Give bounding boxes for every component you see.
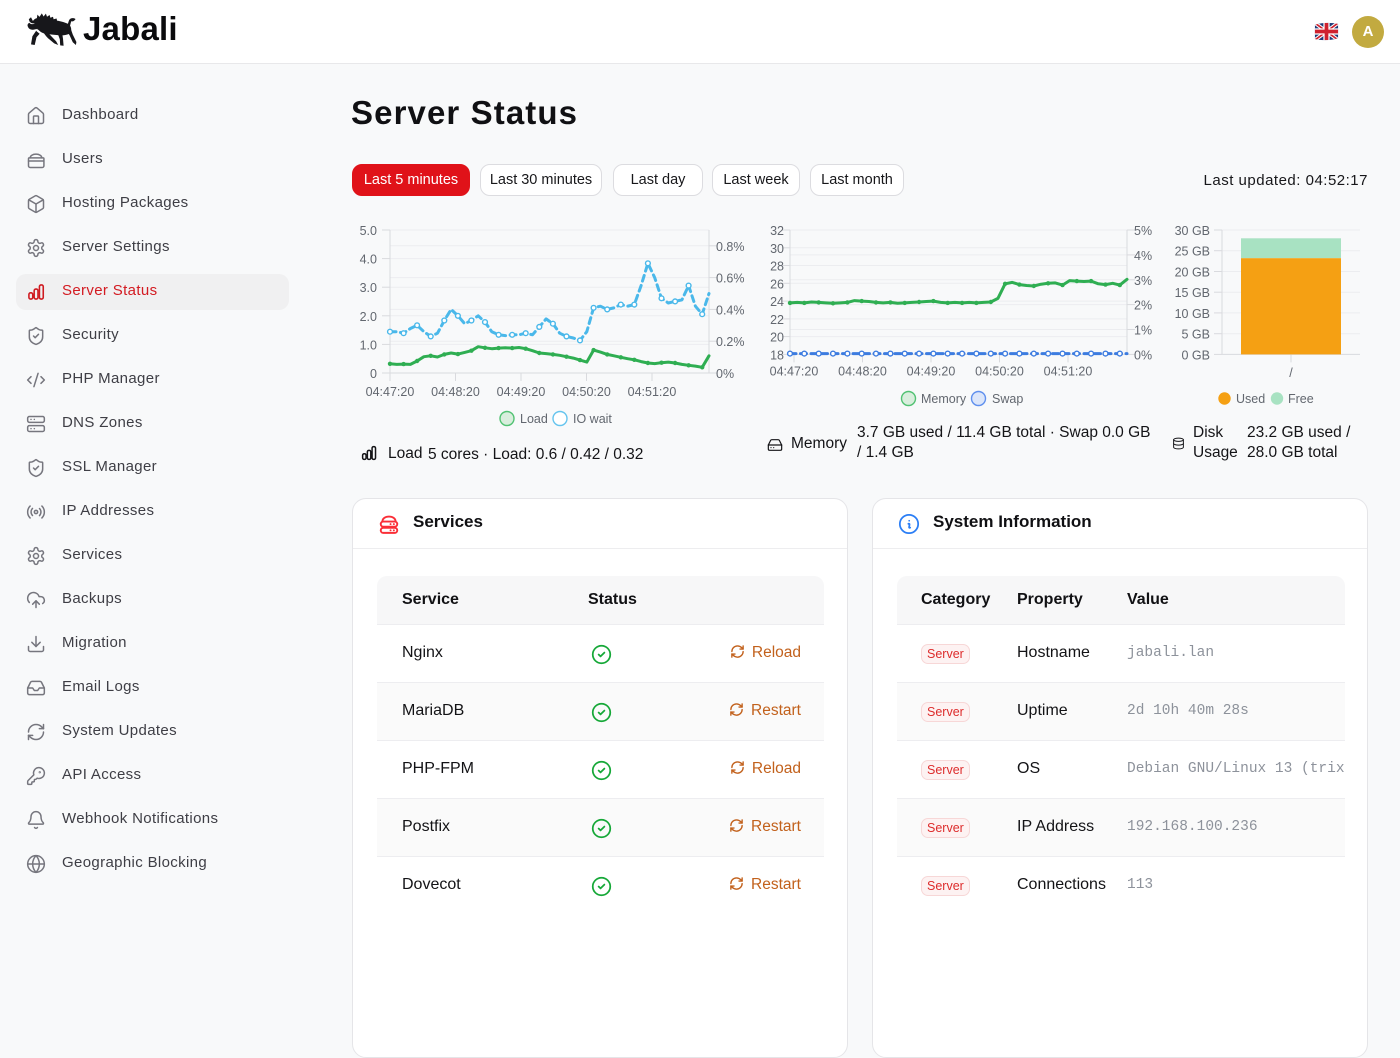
- svg-text:24: 24: [770, 295, 784, 309]
- svg-text:30: 30: [770, 242, 784, 256]
- svg-text:4.0: 4.0: [360, 253, 377, 267]
- svg-text:28: 28: [770, 260, 784, 274]
- svg-text:0%: 0%: [1134, 348, 1152, 362]
- svg-text:0 GB: 0 GB: [1182, 348, 1211, 362]
- svg-text:18: 18: [770, 348, 784, 362]
- svg-text:10 GB: 10 GB: [1175, 307, 1210, 321]
- svg-text:04:48:20: 04:48:20: [838, 365, 887, 379]
- svg-text:5 GB: 5 GB: [1182, 328, 1211, 342]
- svg-text:Memory: Memory: [921, 392, 967, 406]
- svg-text:2.0: 2.0: [360, 310, 377, 324]
- svg-text:04:47:20: 04:47:20: [366, 385, 415, 399]
- svg-text:2%: 2%: [1134, 299, 1152, 313]
- svg-text:5%: 5%: [1134, 224, 1152, 238]
- svg-text:5.0: 5.0: [360, 224, 377, 238]
- svg-text:04:50:20: 04:50:20: [975, 365, 1024, 379]
- svg-text:0.8%: 0.8%: [716, 240, 745, 254]
- svg-text:04:48:20: 04:48:20: [431, 385, 480, 399]
- svg-text:0.4%: 0.4%: [716, 303, 745, 317]
- svg-text:30 GB: 30 GB: [1175, 224, 1210, 238]
- svg-text:Swap: Swap: [992, 392, 1023, 406]
- svg-text:04:51:20: 04:51:20: [1044, 365, 1093, 379]
- svg-text:IO wait: IO wait: [573, 412, 612, 426]
- svg-text:04:49:20: 04:49:20: [497, 385, 546, 399]
- svg-text:04:50:20: 04:50:20: [562, 385, 611, 399]
- svg-text:0.2%: 0.2%: [716, 335, 745, 349]
- svg-text:Load: Load: [520, 412, 548, 426]
- svg-text:04:51:20: 04:51:20: [628, 385, 677, 399]
- svg-text:04:47:20: 04:47:20: [770, 365, 819, 379]
- svg-text:04:49:20: 04:49:20: [907, 365, 956, 379]
- svg-text:Free: Free: [1288, 392, 1314, 406]
- svg-text:26: 26: [770, 277, 784, 291]
- svg-text:0.6%: 0.6%: [716, 272, 745, 286]
- svg-text:20: 20: [770, 331, 784, 345]
- svg-text:0%: 0%: [716, 367, 734, 381]
- svg-text:4%: 4%: [1134, 249, 1152, 263]
- svg-text:20 GB: 20 GB: [1175, 266, 1210, 280]
- svg-text:/: /: [1289, 366, 1293, 380]
- svg-text:1.0: 1.0: [360, 338, 377, 352]
- svg-text:22: 22: [770, 313, 784, 327]
- svg-text:32: 32: [770, 224, 784, 238]
- svg-text:3.0: 3.0: [360, 281, 377, 295]
- svg-text:15 GB: 15 GB: [1175, 286, 1210, 300]
- svg-text:3%: 3%: [1134, 274, 1152, 288]
- svg-text:0: 0: [370, 367, 377, 381]
- svg-text:Used: Used: [1236, 392, 1265, 406]
- svg-text:25 GB: 25 GB: [1175, 245, 1210, 259]
- svg-text:1%: 1%: [1134, 324, 1152, 338]
